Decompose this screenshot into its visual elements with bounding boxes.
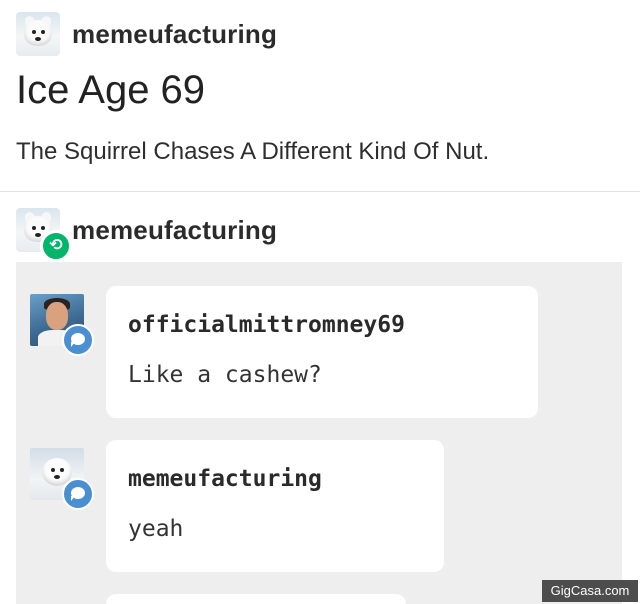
chat-bubble: memeufacturing yeah — [106, 440, 444, 572]
chat-message-row — [30, 448, 94, 510]
watermark: GigCasa.com — [542, 580, 638, 602]
chat-message-row — [30, 294, 94, 356]
chat-bubble-icon — [62, 324, 94, 356]
chat-bubble-icon — [62, 478, 94, 510]
post-divider — [0, 191, 640, 192]
post-body: The Squirrel Chases A Different Kind Of … — [16, 138, 490, 165]
chat-avatar[interactable] — [30, 448, 94, 510]
chat-sender-name[interactable]: memeufacturing — [128, 466, 322, 492]
chat-bubble: officialmittromney69 Like a cashew? — [106, 286, 538, 418]
author-avatar[interactable] — [16, 12, 60, 56]
reblog-username[interactable]: memeufacturing — [72, 215, 277, 246]
author-username[interactable]: memeufacturing — [72, 19, 277, 50]
reblog-icon: ⟲ — [40, 230, 72, 262]
post-header: memeufacturing — [16, 12, 277, 56]
chat-bubble-partial — [106, 594, 406, 604]
chat-area: officialmittromney69 Like a cashew? meme… — [16, 262, 622, 604]
reblog-avatar[interactable]: ⟲ — [16, 208, 72, 262]
chat-message-text: yeah — [128, 516, 184, 542]
post-title: Ice Age 69 — [16, 68, 206, 112]
chat-avatar[interactable] — [30, 294, 94, 356]
chat-message-text: Like a cashew? — [128, 362, 322, 388]
chat-sender-name[interactable]: officialmittromney69 — [128, 312, 405, 338]
reblog-header: ⟲ memeufacturing — [16, 208, 277, 262]
